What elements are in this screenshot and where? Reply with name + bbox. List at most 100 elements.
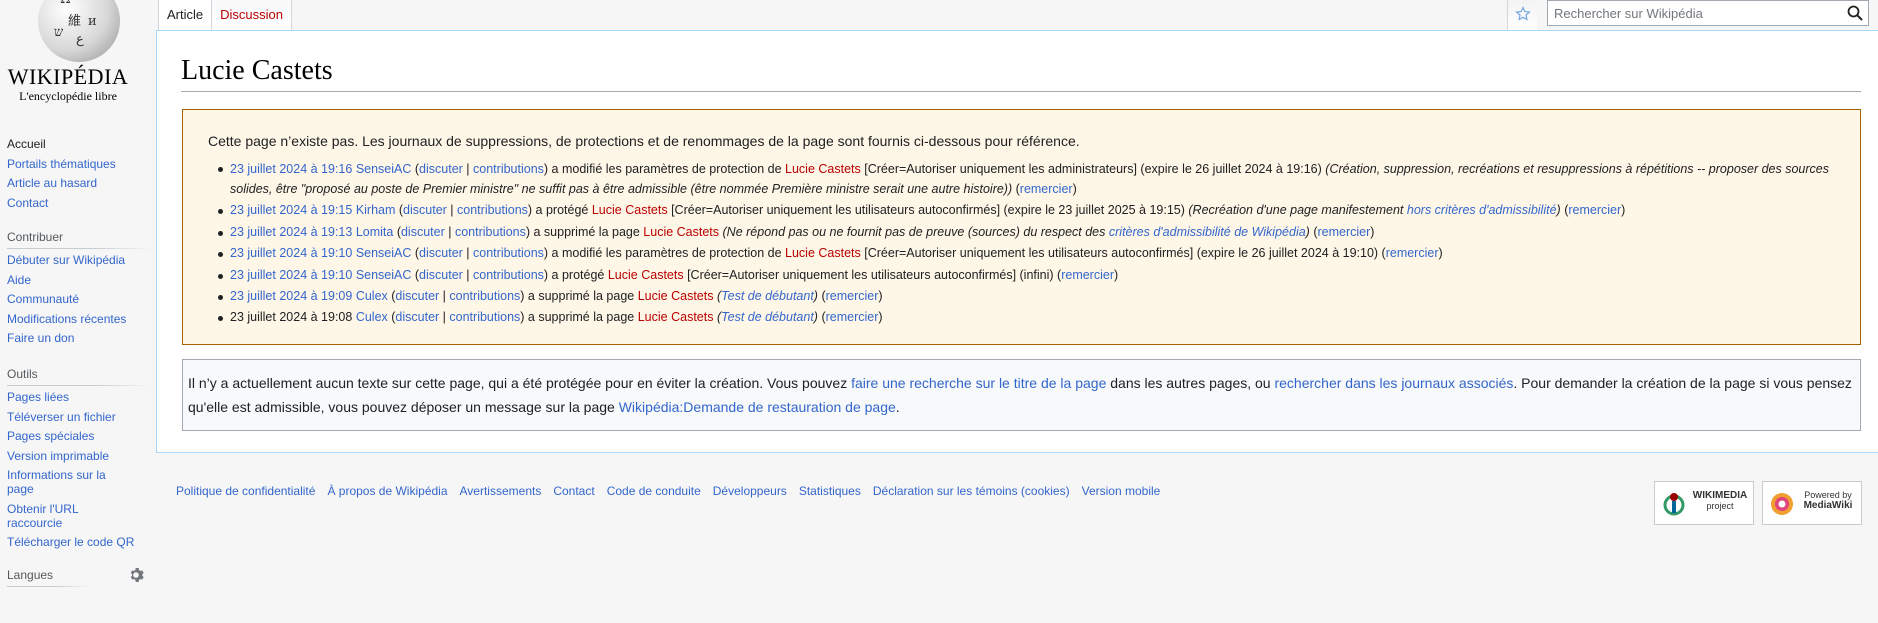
tab-article[interactable]: Article	[158, 0, 213, 30]
log-user-link[interactable]: SenseiAC	[356, 268, 412, 282]
notice-search-logs-link[interactable]: rechercher dans les journaux associés	[1274, 375, 1513, 391]
log-contribs-link[interactable]: contributions	[473, 162, 544, 176]
log-contribs-link[interactable]: contributions	[449, 310, 520, 324]
log-talk-link[interactable]: discuter	[395, 289, 439, 303]
log-user-link[interactable]: SenseiAC	[356, 246, 412, 260]
log-talk-link[interactable]: discuter	[419, 246, 463, 260]
sidebar-item-don[interactable]: Faire un don	[7, 331, 152, 345]
footer-link-privacy[interactable]: Politique de confidentialité	[176, 484, 315, 498]
log-thank-link[interactable]: remercier	[1568, 203, 1621, 217]
sidebar-item-informations[interactable]: Informations sur la page	[7, 468, 127, 496]
log-page-redlink[interactable]: Lucie Castets	[638, 289, 714, 303]
log-contribs-link[interactable]: contributions	[457, 203, 528, 217]
log-user-link[interactable]: Culex	[356, 310, 388, 324]
footer-link-mobile[interactable]: Version mobile	[1082, 484, 1161, 498]
tab-discussion[interactable]: Discussion	[212, 0, 292, 30]
notice-search-title-link[interactable]: faire une recherche sur le titre de la p…	[851, 375, 1106, 391]
watch-star-button[interactable]	[1507, 0, 1537, 30]
sidebar-item-contact[interactable]: Contact	[7, 196, 152, 210]
sidebar-item-aide[interactable]: Aide	[7, 273, 152, 287]
content-area: Lucie Castets Cette page n’existe pas. L…	[156, 30, 1878, 453]
left-panel: Ω W 維 и ש ع Wikipédia L'encyclopédie lib…	[0, 0, 156, 623]
log-comment-link[interactable]: critères d'admissibilité de Wikipédia	[1109, 225, 1306, 239]
title-divider	[181, 91, 1861, 92]
log-date-current[interactable]: 23 juillet 2024 à 19:08	[230, 310, 352, 324]
search-icon[interactable]	[1846, 4, 1864, 22]
log-comment-text: )	[1305, 224, 1310, 239]
log-date-link[interactable]: 23 juillet 2024 à 19:10	[230, 268, 352, 282]
gear-icon[interactable]	[128, 567, 144, 583]
log-date-link[interactable]: 23 juillet 2024 à 19:13	[230, 225, 352, 239]
log-user-link[interactable]: Kirham	[356, 203, 396, 217]
sidebar-item-hasard[interactable]: Article au hasard	[7, 176, 152, 190]
log-talk-link[interactable]: discuter	[395, 310, 439, 324]
log-date-link[interactable]: 23 juillet 2024 à 19:16	[230, 162, 352, 176]
footer-link-developers[interactable]: Développeurs	[713, 484, 787, 498]
notice-text: Il n’y a actuellement aucun texte sur ce…	[188, 375, 848, 391]
log-contribs-link[interactable]: contributions	[449, 289, 520, 303]
log-comment-link[interactable]: hors critères d'admissibilité	[1407, 203, 1557, 217]
footer-link-cookies[interactable]: Déclaration sur les témoins (cookies)	[873, 484, 1070, 498]
log-action: a supprimé la page	[533, 224, 640, 239]
log-page-redlink[interactable]: Lucie Castets	[592, 203, 668, 217]
sidebar-item-portails[interactable]: Portails thématiques	[7, 157, 152, 171]
log-page-redlink[interactable]: Lucie Castets	[785, 246, 861, 260]
log-contribs-link[interactable]: contributions	[473, 268, 544, 282]
log-action: a modifié les paramètres de protection d…	[551, 246, 782, 261]
log-thank-link[interactable]: remercier	[1386, 246, 1439, 260]
sidebar-item-debuter[interactable]: Débuter sur Wikipédia	[7, 253, 152, 267]
portal-heading-outils: Outils	[7, 367, 38, 381]
log-user-link[interactable]: SenseiAC	[356, 162, 412, 176]
sidebar-item-accueil[interactable]: Accueil	[7, 137, 152, 151]
log-date-link[interactable]: 23 juillet 2024 à 19:10	[230, 246, 352, 260]
log-user-link[interactable]: Lomita	[356, 225, 394, 239]
log-talk-link[interactable]: discuter	[419, 162, 463, 176]
contribute-portal: Contribuer Débuter sur Wikipédia Aide Co…	[7, 229, 152, 351]
notice-restoration-request-link[interactable]: Wikipédia:Demande de restauration de pag…	[619, 399, 896, 415]
log-talk-link[interactable]: discuter	[419, 268, 463, 282]
sidebar-item-pages-liees[interactable]: Pages liées	[7, 390, 152, 404]
log-date-link[interactable]: 23 juillet 2024 à 19:15	[230, 203, 352, 217]
footer-link-about[interactable]: À propos de Wikipédia	[327, 484, 447, 498]
footer-link-disclaimers[interactable]: Avertissements	[460, 484, 542, 498]
sidebar-item-modifications[interactable]: Modifications récentes	[7, 312, 152, 326]
log-thank-link[interactable]: remercier	[1061, 268, 1114, 282]
log-talk-link[interactable]: discuter	[401, 225, 445, 239]
tools-portal: Outils Pages liées Téléverser un fichier…	[7, 366, 152, 555]
sidebar-item-communaute[interactable]: Communauté	[7, 292, 152, 306]
powered-by-mediawiki-badge[interactable]: Powered by MediaWiki	[1762, 481, 1862, 525]
log-thank-link[interactable]: remercier	[826, 289, 879, 303]
footer-link-code-of-conduct[interactable]: Code de conduite	[607, 484, 701, 498]
search-box	[1547, 0, 1869, 26]
log-page-redlink[interactable]: Lucie Castets	[608, 268, 684, 282]
log-page-redlink[interactable]: Lucie Castets	[643, 225, 719, 239]
log-talk-link[interactable]: discuter	[403, 203, 447, 217]
sidebar-item-code-qr[interactable]: Télécharger le code QR	[7, 535, 152, 549]
page-tabs: Article Discussion	[158, 0, 292, 30]
wikimedia-project-badge[interactable]: WIKIMEDIA project	[1654, 481, 1754, 525]
portal-divider	[7, 586, 89, 587]
log-comment-link[interactable]: Test de débutant	[721, 289, 814, 303]
log-thank-link[interactable]: remercier	[1020, 182, 1073, 196]
sidebar-item-pages-speciales[interactable]: Pages spéciales	[7, 429, 152, 443]
log-page-redlink[interactable]: Lucie Castets	[785, 162, 861, 176]
log-action: a modifié les paramètres de protection d…	[551, 162, 782, 176]
portal-heading-contribuer: Contribuer	[7, 230, 64, 244]
log-comment-link[interactable]: Test de débutant	[721, 310, 814, 324]
log-thank-link[interactable]: remercier	[1317, 225, 1370, 239]
wikimedia-badge-text: WIKIMEDIA project	[1691, 490, 1749, 512]
footer-link-statistics[interactable]: Statistiques	[799, 484, 861, 498]
log-date-link[interactable]: 23 juillet 2024 à 19:09	[230, 289, 352, 303]
wikipedia-logo[interactable]: Ω W 維 и ש ع Wikipédia L'encyclopédie lib…	[0, 0, 156, 110]
sidebar-item-version-imprimable[interactable]: Version imprimable	[7, 449, 152, 463]
log-user-link[interactable]: Culex	[356, 289, 388, 303]
log-contribs-link[interactable]: contributions	[455, 225, 526, 239]
page-title: Lucie Castets	[181, 55, 333, 86]
log-contribs-link[interactable]: contributions	[473, 246, 544, 260]
sidebar-item-televerser[interactable]: Téléverser un fichier	[7, 410, 152, 424]
search-input[interactable]	[1548, 1, 1838, 25]
sidebar-item-url-raccourcie[interactable]: Obtenir l'URL raccourcie	[7, 502, 107, 530]
log-page-redlink[interactable]: Lucie Castets	[638, 310, 714, 324]
footer-link-contact[interactable]: Contact	[553, 484, 594, 498]
log-thank-link[interactable]: remercier	[826, 310, 879, 324]
